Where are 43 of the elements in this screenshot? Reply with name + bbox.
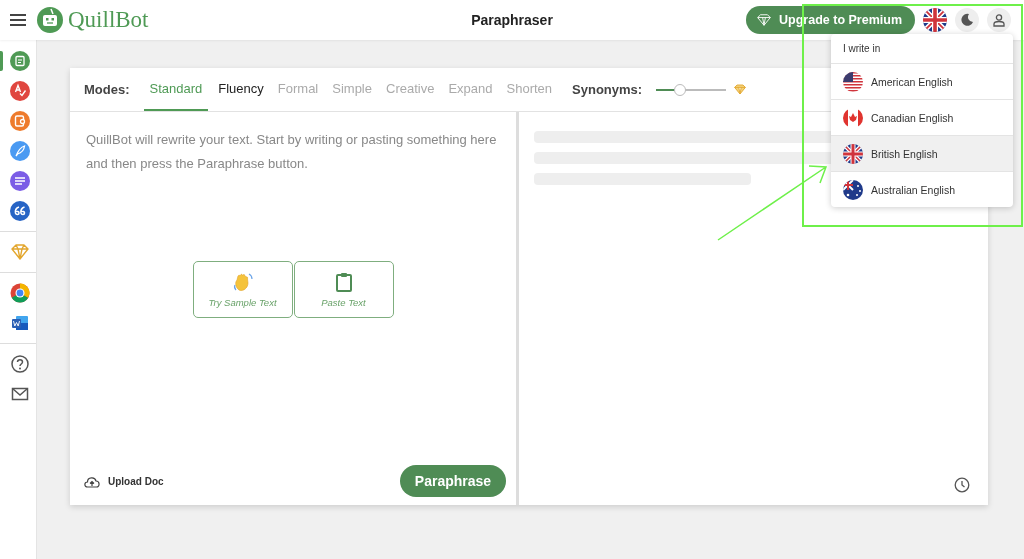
mode-tab[interactable]: Creative bbox=[382, 68, 439, 111]
synonyms-label: Synonyms: bbox=[572, 82, 643, 97]
cloud-upload-icon bbox=[83, 474, 101, 488]
flag-icon bbox=[923, 8, 947, 32]
paraphrase-button[interactable]: Paraphrase bbox=[400, 465, 506, 497]
diamond-icon bbox=[734, 84, 747, 95]
logo-text: QuillBot bbox=[68, 7, 149, 33]
spellcheck-icon[interactable] bbox=[9, 81, 30, 101]
mode-tab[interactable]: Standard bbox=[143, 68, 209, 111]
browser-logo-icon[interactable] bbox=[9, 283, 30, 303]
feather-icon[interactable] bbox=[9, 141, 30, 161]
account-button[interactable] bbox=[987, 8, 1011, 32]
page-title: Paraphraser bbox=[471, 12, 553, 28]
quote-icon[interactable] bbox=[9, 201, 30, 221]
mode-tab[interactable]: Expand bbox=[444, 68, 497, 111]
waving-hand-icon bbox=[231, 271, 254, 293]
mode-tab[interactable]: Shorten bbox=[502, 68, 557, 111]
diamond-icon bbox=[757, 14, 772, 26]
moon-icon bbox=[960, 13, 974, 27]
lines-icon[interactable] bbox=[9, 171, 30, 191]
upload-doc-button[interactable]: Upload Doc bbox=[83, 474, 164, 488]
help-icon[interactable] bbox=[9, 354, 30, 374]
language-option[interactable]: American English bbox=[831, 64, 1013, 100]
paste-text-button[interactable]: Paste Text bbox=[293, 261, 394, 318]
document-search-icon[interactable] bbox=[9, 111, 30, 131]
modes-label: Modes: bbox=[84, 82, 130, 97]
history-clock-icon[interactable] bbox=[954, 477, 970, 493]
menu-icon[interactable] bbox=[10, 13, 26, 27]
robot-logo-icon[interactable] bbox=[37, 7, 63, 33]
flag-icon bbox=[843, 179, 863, 200]
word-logo-icon[interactable] bbox=[9, 313, 30, 333]
language-option[interactable]: British English bbox=[831, 136, 1013, 172]
menu-heading: I write in bbox=[843, 43, 881, 54]
user-icon bbox=[992, 13, 1006, 27]
sample-text-button[interactable]: Try Sample Text bbox=[192, 261, 293, 318]
mode-tab[interactable]: Formal bbox=[273, 68, 323, 111]
mode-tab[interactable]: Fluency bbox=[214, 68, 268, 111]
dark-mode-button[interactable] bbox=[955, 8, 979, 32]
mode-tab[interactable]: Simple bbox=[328, 68, 376, 111]
document-icon[interactable] bbox=[9, 51, 30, 71]
language-option[interactable]: Australian English bbox=[831, 172, 1013, 207]
flag-icon bbox=[843, 143, 863, 164]
flag-icon bbox=[843, 71, 863, 92]
